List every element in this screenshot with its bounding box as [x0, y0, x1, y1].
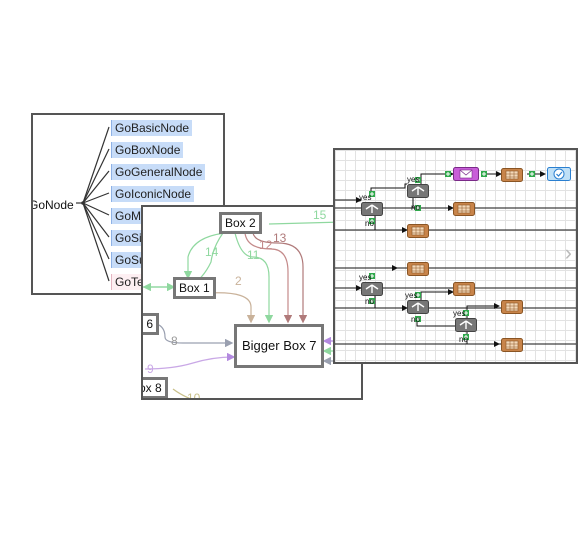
decision-node[interactable] — [361, 282, 383, 296]
box-1[interactable]: Box 1 — [173, 277, 216, 299]
decision-node[interactable] — [361, 202, 383, 216]
link-connectors — [143, 221, 361, 398]
link-label: 2 — [235, 274, 242, 288]
task-node[interactable] — [501, 300, 523, 314]
task-node[interactable] — [407, 224, 429, 238]
task-node[interactable] — [407, 262, 429, 276]
links-layout-panel: Box 2 Box 1 Box 6 Bigger Box 7 Box 8 15 … — [141, 205, 363, 400]
yes-label: yes — [359, 193, 372, 202]
yes-label: yes — [453, 309, 466, 318]
link-label: 10 — [187, 391, 201, 400]
no-label: no — [411, 315, 420, 324]
check-node[interactable] — [547, 167, 571, 181]
decision-node[interactable] — [407, 184, 429, 198]
plus-port[interactable] — [445, 171, 451, 177]
box-6[interactable]: Box 6 — [143, 313, 159, 335]
link-label: 12 — [259, 238, 273, 252]
box-2[interactable]: Box 2 — [219, 212, 262, 234]
task-node[interactable] — [453, 282, 475, 296]
decision-node[interactable] — [407, 300, 429, 314]
yes-label: yes — [407, 175, 420, 184]
yes-label: yes — [359, 273, 372, 282]
box-8[interactable]: Box 8 — [143, 377, 168, 398]
tree-node[interactable]: GoBoxNode — [111, 142, 184, 158]
link-label: 15 — [313, 208, 327, 222]
tree-node[interactable]: GoGeneralNode — [111, 164, 206, 180]
link-label: 8 — [171, 334, 178, 348]
yes-label: yes — [405, 291, 418, 300]
tree-node[interactable]: GoIconicNode — [111, 186, 195, 202]
link-label: 14 — [205, 245, 219, 259]
chevron-right-icon[interactable]: › — [565, 242, 572, 264]
task-node[interactable] — [501, 338, 523, 352]
tree-root-node[interactable]: GoNode — [33, 197, 76, 213]
no-label: no — [459, 335, 468, 344]
link-label: 9 — [147, 362, 154, 376]
plus-port[interactable] — [529, 171, 535, 177]
no-label: no — [365, 219, 374, 228]
box-7[interactable]: Bigger Box 7 — [234, 324, 325, 368]
task-node[interactable] — [501, 168, 523, 182]
task-node[interactable] — [453, 202, 475, 216]
no-label: no — [411, 203, 420, 212]
flowchart-panel: yes no yes no yes no yes no yes no › — [333, 148, 578, 364]
link-label: 11 — [247, 248, 260, 262]
tree-node[interactable]: GoBasicNode — [111, 120, 193, 136]
decision-node[interactable] — [455, 318, 477, 332]
link-label: 13 — [273, 231, 287, 245]
email-node[interactable] — [453, 167, 479, 181]
plus-port[interactable] — [481, 171, 487, 177]
no-label: no — [365, 297, 374, 306]
